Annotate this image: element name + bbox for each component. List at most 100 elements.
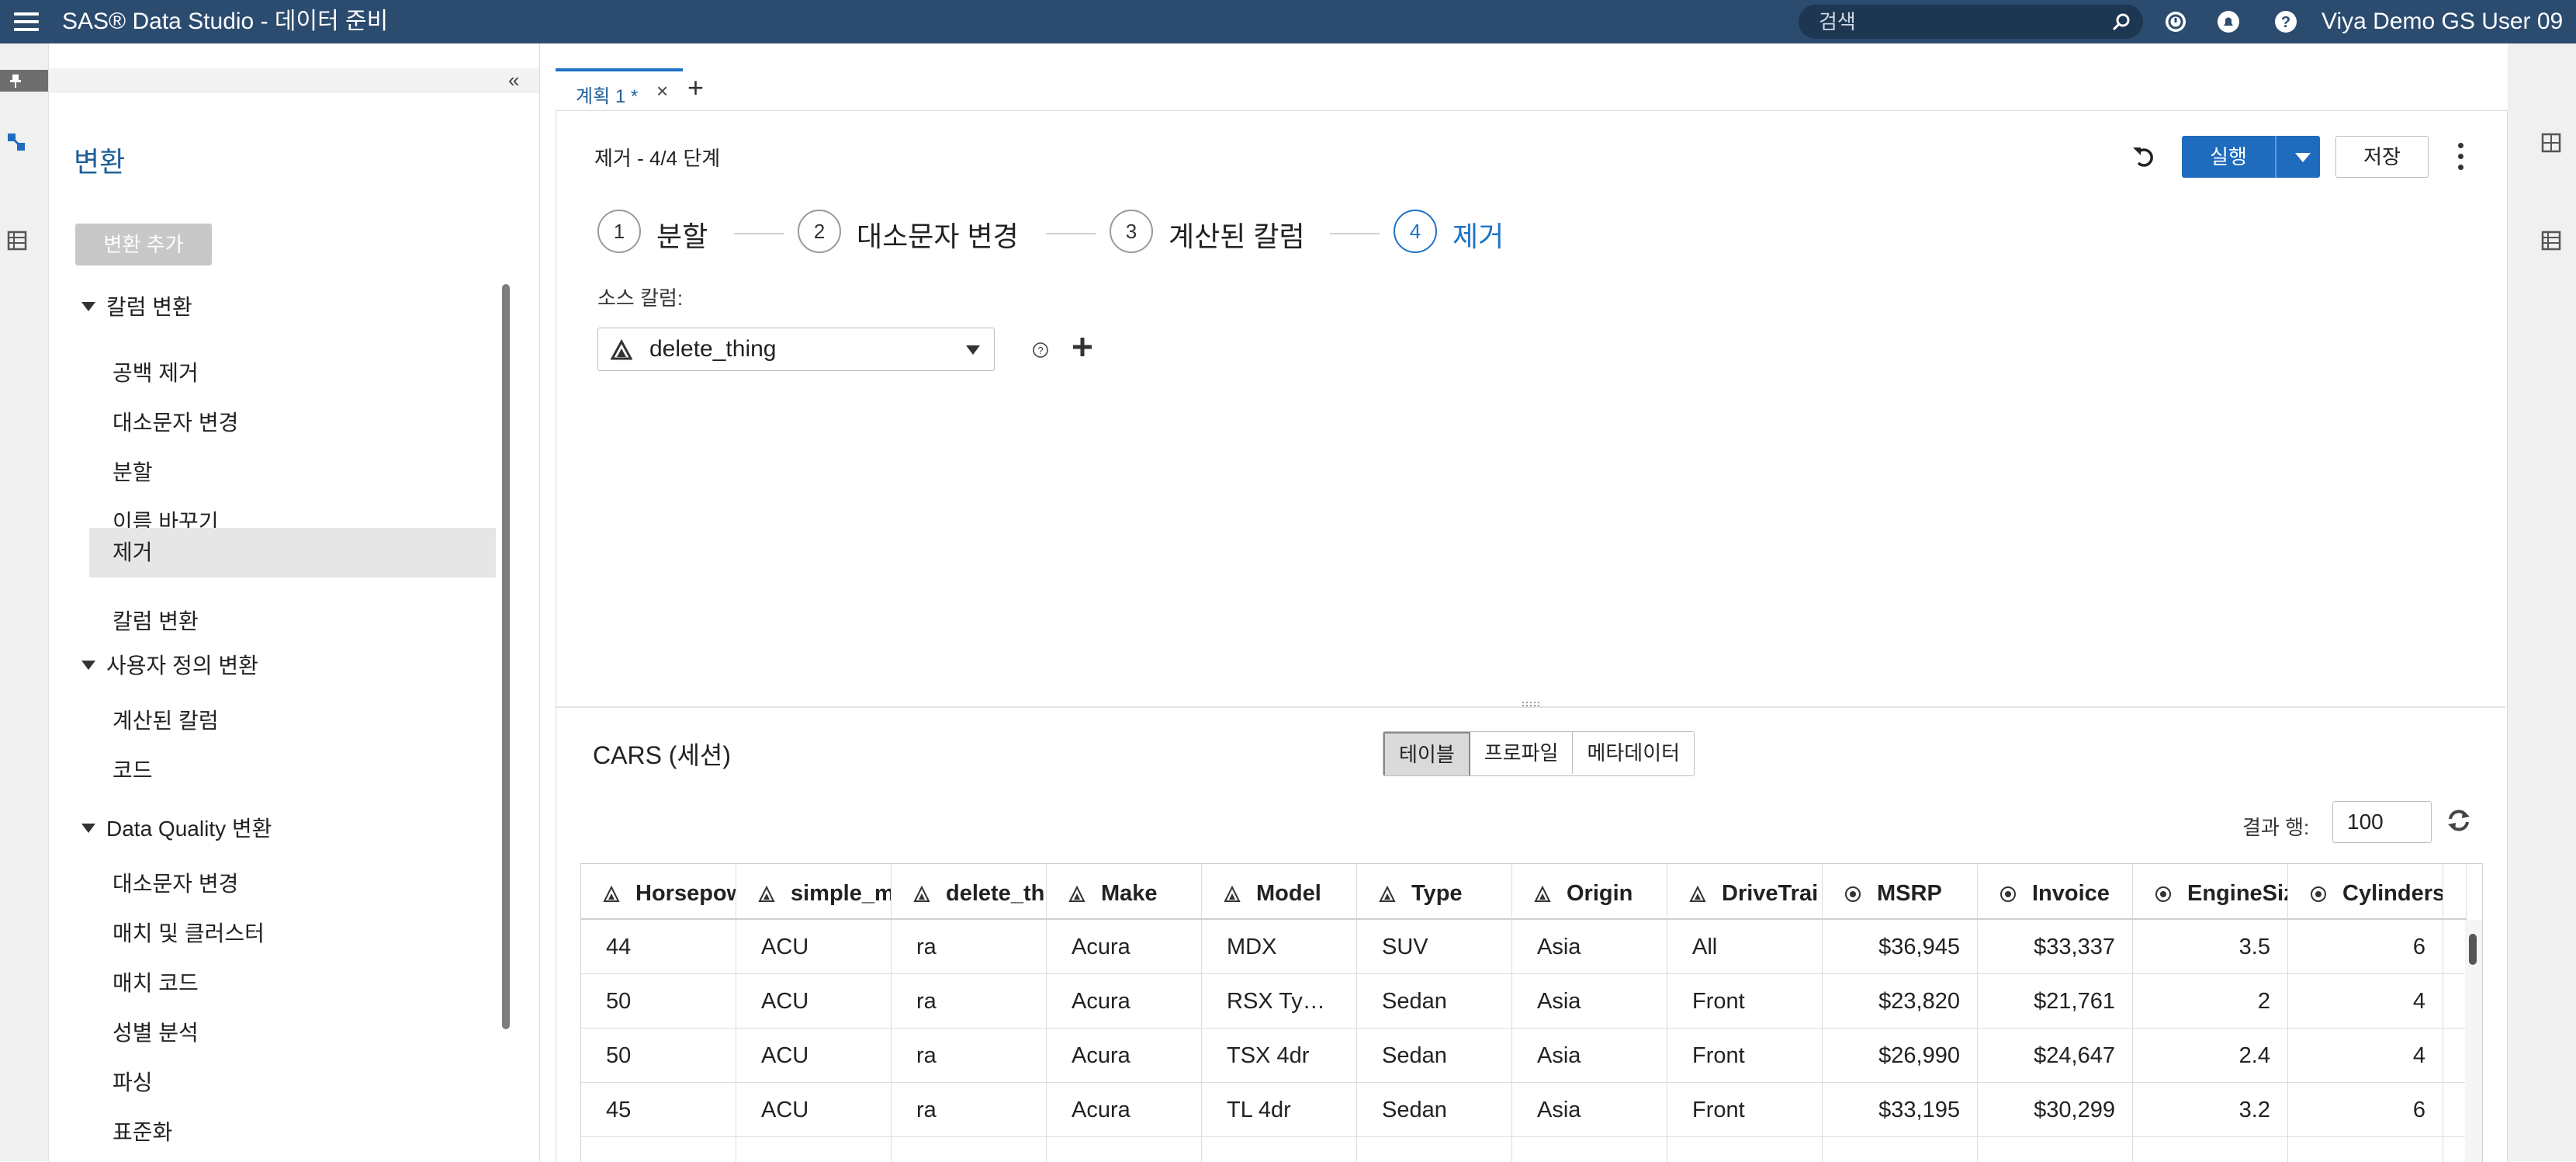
column-panel-icon[interactable] bbox=[2540, 132, 2562, 154]
column-header[interactable]: DriveTrai bbox=[1667, 864, 1823, 920]
chevron-down-icon[interactable] bbox=[966, 345, 980, 355]
table-cell[interactable]: Front bbox=[1667, 1028, 1823, 1083]
tab-plan-1[interactable]: 계획 1 * × bbox=[556, 68, 683, 110]
step-4-label[interactable]: 제거 bbox=[1452, 214, 1504, 255]
table-cell[interactable]: Front bbox=[1667, 974, 1823, 1028]
column-header[interactable]: Horsepow bbox=[581, 864, 736, 920]
table-cell[interactable]: RSX Ty… bbox=[1202, 974, 1357, 1028]
table-cell[interactable]: 3.2 bbox=[2133, 1083, 2288, 1137]
table-cell[interactable]: 50 bbox=[581, 1028, 736, 1083]
table-cell[interactable]: Acura bbox=[1047, 1083, 1202, 1137]
table-cell[interactable] bbox=[736, 1137, 892, 1162]
column-header[interactable]: H bbox=[2443, 864, 2467, 920]
table-cell[interactable]: 6 bbox=[2288, 920, 2443, 974]
column-header[interactable]: Cylinders bbox=[2288, 864, 2443, 920]
add-column-icon[interactable] bbox=[1071, 335, 1094, 359]
table-cell[interactable]: Front bbox=[1667, 1083, 1823, 1137]
table-cell[interactable]: $21,761 bbox=[1978, 974, 2133, 1028]
add-tab-button[interactable]: + bbox=[687, 71, 704, 104]
table-cell[interactable]: 4 bbox=[2288, 1028, 2443, 1083]
transform-item[interactable]: 매치 코드 bbox=[89, 959, 496, 1008]
run-menu-chevron-icon[interactable] bbox=[2295, 153, 2311, 162]
collapse-panel-icon[interactable]: « bbox=[508, 70, 519, 90]
group-data-quality-transforms[interactable]: Data Quality 변환 bbox=[81, 812, 272, 843]
transform-item[interactable]: 파싱 bbox=[89, 1059, 496, 1107]
column-header[interactable]: Origin bbox=[1512, 864, 1667, 920]
step-2-number[interactable]: 2 bbox=[798, 210, 841, 253]
table-cell[interactable]: TSX 4dr bbox=[1202, 1028, 1357, 1083]
recent-icon[interactable] bbox=[2163, 9, 2188, 34]
table-cell[interactable] bbox=[1667, 1137, 1823, 1162]
transform-item-selected[interactable]: 제거 bbox=[89, 528, 496, 578]
transform-item[interactable]: 칼럼 변환 bbox=[89, 598, 496, 646]
table-cell[interactable]: $23,820 bbox=[1823, 974, 1978, 1028]
step-3-label[interactable]: 계산된 칼럼 bbox=[1169, 214, 1305, 255]
table-cell[interactable]: 6 bbox=[2288, 1083, 2443, 1137]
table-cell[interactable]: $33,195 bbox=[1823, 1083, 1978, 1137]
table-scrollbar[interactable] bbox=[2465, 920, 2482, 1162]
table-cell[interactable]: 2 bbox=[2133, 974, 2288, 1028]
table-cell[interactable] bbox=[2133, 1137, 2288, 1162]
table-cell[interactable]: 44 bbox=[581, 920, 736, 974]
table-cell[interactable]: ACU bbox=[736, 1028, 892, 1083]
table-cell[interactable]: ra bbox=[892, 1083, 1047, 1137]
transform-item[interactable]: 성별 분석 bbox=[89, 1009, 496, 1057]
table-cell[interactable] bbox=[2288, 1137, 2443, 1162]
view-profile-button[interactable]: 프로파일 bbox=[1470, 732, 1574, 774]
source-column-select[interactable]: delete_thing bbox=[597, 328, 995, 371]
table-cell[interactable]: All bbox=[1667, 920, 1823, 974]
help-circle-icon[interactable]: ? bbox=[1032, 342, 1049, 359]
table-cell[interactable]: Asia bbox=[1512, 974, 1667, 1028]
result-rows-input[interactable]: 100 bbox=[2332, 801, 2432, 843]
table-cell[interactable] bbox=[1978, 1137, 2133, 1162]
group-column-transforms[interactable]: 칼럼 변환 bbox=[81, 290, 192, 321]
column-header[interactable]: Type bbox=[1357, 864, 1512, 920]
menu-icon[interactable] bbox=[14, 11, 39, 33]
table-cell[interactable] bbox=[892, 1137, 1047, 1162]
transform-item[interactable]: 매치 및 클러스터 bbox=[89, 910, 496, 958]
table-cell[interactable] bbox=[1823, 1137, 1978, 1162]
expand-triangle-icon[interactable] bbox=[81, 823, 95, 833]
table-cell[interactable]: $33,337 bbox=[1978, 920, 2133, 974]
transform-item[interactable]: 계산된 칼럼 bbox=[89, 697, 496, 745]
expand-triangle-icon[interactable] bbox=[81, 301, 95, 311]
user-menu[interactable]: Viya Demo GS User 09 bbox=[2322, 5, 2563, 39]
table-view-icon[interactable] bbox=[6, 230, 28, 251]
column-header[interactable]: EngineSize bbox=[2133, 864, 2288, 920]
table-cell[interactable]: 3.5 bbox=[2133, 920, 2288, 974]
run-button[interactable]: 실행 bbox=[2182, 136, 2320, 178]
column-header[interactable]: Model bbox=[1202, 864, 1357, 920]
table-cell[interactable]: Acura bbox=[1047, 1028, 1202, 1083]
step-4-number[interactable]: 4 bbox=[1394, 210, 1437, 253]
table-cell[interactable]: 45 bbox=[581, 1083, 736, 1137]
table-cell[interactable]: Acura bbox=[1047, 974, 1202, 1028]
table-cell[interactable]: ra bbox=[892, 920, 1047, 974]
table-cell[interactable]: 4 bbox=[2288, 974, 2443, 1028]
table-cell[interactable]: Asia bbox=[1512, 1028, 1667, 1083]
column-header[interactable]: Make bbox=[1047, 864, 1202, 920]
drag-handle-icon[interactable] bbox=[1522, 700, 1541, 708]
step-2-label[interactable]: 대소문자 변경 bbox=[857, 214, 1019, 255]
column-header[interactable]: delete_th bbox=[892, 864, 1047, 920]
search-input[interactable]: 검색 bbox=[1819, 9, 1856, 34]
table-cell[interactable]: MDX bbox=[1202, 920, 1357, 974]
more-options-icon[interactable] bbox=[2457, 143, 2464, 171]
save-button[interactable]: 저장 bbox=[2335, 136, 2429, 178]
view-table-button[interactable]: 테이블 bbox=[1383, 732, 1470, 775]
table-cell[interactable] bbox=[581, 1137, 736, 1162]
table-cell[interactable]: Asia bbox=[1512, 1083, 1667, 1137]
table-cell[interactable]: TL 4dr bbox=[1202, 1083, 1357, 1137]
table-cell[interactable]: ACU bbox=[736, 1083, 892, 1137]
step-3-number[interactable]: 3 bbox=[1110, 210, 1153, 253]
table-cell[interactable] bbox=[1047, 1137, 1202, 1162]
transform-item[interactable]: 코드 bbox=[89, 747, 496, 795]
transform-item[interactable]: 분할 bbox=[89, 449, 496, 497]
column-header[interactable]: MSRP bbox=[1823, 864, 1978, 920]
undo-icon[interactable] bbox=[2131, 143, 2157, 169]
pin-tab[interactable] bbox=[0, 70, 48, 92]
search-icon[interactable] bbox=[2112, 12, 2131, 31]
transform-item[interactable]: 대소문자 변경 bbox=[89, 860, 496, 908]
panel-scrollbar[interactable] bbox=[502, 284, 510, 1029]
table-cell[interactable]: 2.4 bbox=[2133, 1028, 2288, 1083]
expand-triangle-icon[interactable] bbox=[81, 660, 95, 670]
